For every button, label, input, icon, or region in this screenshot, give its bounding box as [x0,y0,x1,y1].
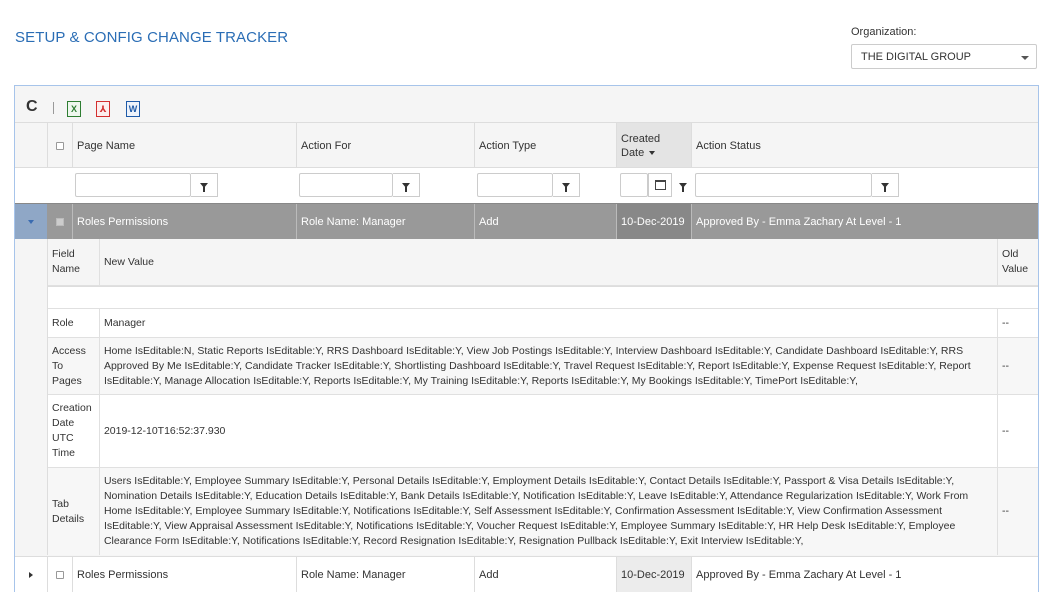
cell-action-for: Role Name: Manager [296,204,474,240]
action-type-filter-button[interactable] [553,173,580,197]
detail-new-value: Home IsEditable:N, Static Reports IsEdit… [100,338,999,394]
column-header-label: Created [621,132,661,145]
column-header-label: Action Status [696,139,761,152]
sort-descending-icon [649,150,656,155]
row-checkbox[interactable] [56,571,64,579]
organization-label: Organization: [851,26,917,38]
row-detail-panel: Field Name New Value Old Value Role Manage… [15,239,1038,556]
detail-row-creation-date: Creation Date UTC Time 2019-12-10T16:52:… [48,394,1038,467]
column-header-action-type[interactable]: Action Type [474,123,616,168]
caret-right-icon [29,572,33,578]
calendar-icon [654,180,666,190]
detail-old-value: -- [1002,359,1010,372]
cell-page-name: Roles Permissions [72,557,296,592]
column-header-label: Page Name [77,139,136,152]
detail-header-label: Field [52,248,75,260]
cell-created-date: 10-Dec-2019 [616,204,691,240]
toolbar-separator [53,102,54,114]
column-header-action-status[interactable]: Action Status [691,123,1038,168]
page-title: SETUP & CONFIG CHANGE TRACKER [15,29,289,46]
calendar-picker-button[interactable] [648,173,672,197]
detail-spacer-cell [48,286,1038,308]
action-status-filter-input[interactable] [695,173,872,197]
cell-action-type: Add [474,204,616,240]
page-name-filter-button[interactable] [191,173,218,197]
cell-action-status: Approved By - Emma Zachary At Level - 1 [691,557,1038,592]
word-export-icon[interactable]: W [126,101,140,117]
collapse-row-button[interactable] [15,204,47,240]
column-header-label: Date [621,146,645,159]
detail-field-name: Tab Details [48,468,100,555]
cell-created-date: 10-Dec-2019 [616,557,691,592]
filter-icon [200,182,208,192]
detail-header-label: Name [52,263,81,275]
expand-row-button[interactable] [15,557,47,592]
column-header-created-date[interactable]: Created Date [616,123,691,168]
grid-header: Page Name Action For Action Type Created… [15,122,1038,168]
detail-header-new-value: New Value [100,239,999,285]
cell-action-status: Approved By - Emma Zachary At Level - 1 [691,204,1038,240]
row-checkbox-cell [47,204,72,240]
action-status-filter-button[interactable] [872,173,899,197]
action-for-filter-input[interactable] [299,173,393,197]
pdf-export-icon[interactable]: ⅄ [96,101,110,117]
cell-action-type: Add [474,557,616,592]
excel-export-icon[interactable]: X [67,101,81,117]
detail-row-access-to-pages: Access To Pages Home IsEditable:N, Stati… [48,337,1038,394]
organization-selected-value: THE DIGITAL GROUP [861,51,972,63]
column-header-label: Action Type [479,139,537,152]
detail-header-label: Old [1002,248,1019,260]
column-header-page-name[interactable]: Page Name [72,123,296,168]
table-row[interactable]: Roles Permissions Role Name: Manager Add… [15,556,1038,592]
detail-header-field-name: Field Name [48,239,100,285]
detail-header-row: Field Name New Value Old Value [48,239,1038,285]
created-date-filter-input[interactable] [620,173,648,197]
column-header-label: Action For [301,139,352,152]
table-row[interactable]: Roles Permissions Role Name: Manager Add… [15,203,1038,240]
filter-icon [402,182,410,192]
detail-old-value: -- [1002,424,1010,437]
detail-header-label: New Value [103,255,154,268]
detail-new-value: Manager [100,309,999,337]
created-date-filter-button[interactable] [672,173,694,197]
grid-toolbar: C X ⅄ W [15,86,1038,122]
chevron-down-icon [1021,56,1029,60]
action-type-filter-input[interactable] [477,173,553,197]
detail-field-name: Access To Pages [48,338,100,394]
detail-row-tab-details: Tab Details Users IsEditable:Y, Employee… [48,467,1038,555]
select-all-checkbox-cell [47,123,72,168]
column-header-action-for[interactable]: Action For [296,123,474,168]
select-all-checkbox[interactable] [56,141,64,150]
caret-down-icon [28,220,34,224]
detail-row-role: Role Manager -- [48,308,1038,337]
detail-header-label: Value [1002,263,1029,275]
tracker-grid: C X ⅄ W Page Name Action For Action Type… [14,85,1039,592]
cell-action-for: Role Name: Manager [296,557,474,592]
organization-select[interactable]: THE DIGITAL GROUP [851,44,1037,69]
detail-old-value: -- [1002,505,1010,517]
cell-page-name: Roles Permissions [72,204,296,240]
detail-new-value: Users IsEditable:Y, Employee Summary IsE… [100,468,999,555]
detail-old-value: -- [1002,316,1010,329]
row-checkbox[interactable] [55,218,64,226]
detail-field-name: Creation Date UTC Time [48,395,100,467]
detail-header-old-value: Old Value [998,239,1038,285]
page-name-filter-input[interactable] [75,173,191,197]
detail-table: Field Name New Value Old Value Role Manage… [47,239,1038,555]
filter-icon [679,182,687,192]
refresh-icon[interactable]: C [26,98,38,116]
action-for-filter-button[interactable] [393,173,420,197]
detail-new-value: 2019-12-10T16:52:37.930 [100,395,999,467]
filter-row [15,167,1038,203]
filter-icon [562,182,570,192]
detail-field-name: Role [48,309,100,337]
detail-spacer-row [48,285,1038,308]
row-checkbox-cell [47,557,72,592]
filter-icon [881,182,889,192]
